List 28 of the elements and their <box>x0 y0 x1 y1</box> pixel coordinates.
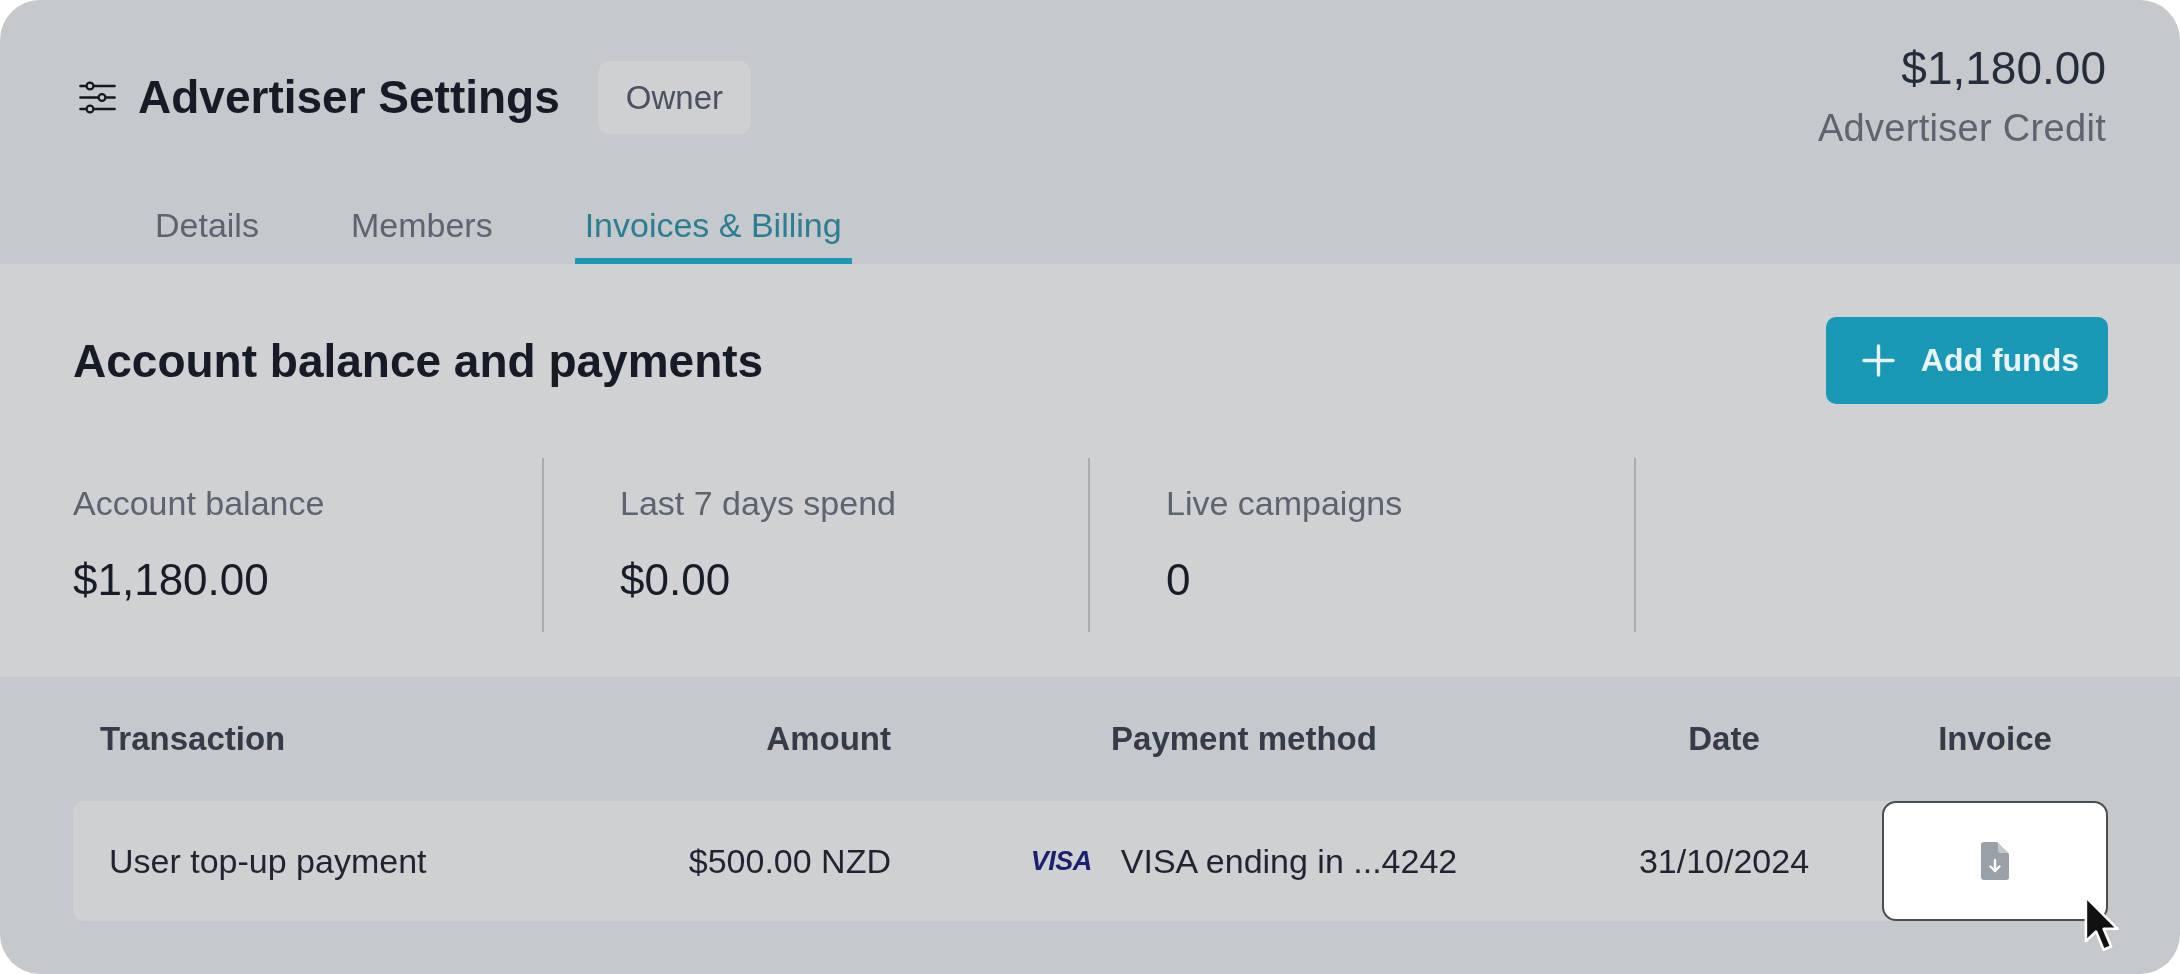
section-title: Account balance and payments <box>73 333 764 389</box>
column-header: Transaction <box>99 719 287 759</box>
add-funds-button[interactable]: Add funds <box>1825 317 2108 404</box>
role-badge: Owner <box>597 60 751 134</box>
sliders-icon <box>79 80 116 114</box>
download-invoice-button[interactable] <box>1882 801 2108 921</box>
page-title: Advertiser Settings <box>138 70 560 125</box>
date-cell-text: 31/10/2024 <box>1637 841 1811 882</box>
credit-label: Advertiser Credit <box>1817 106 2106 150</box>
stat-value: $1,180.00 <box>73 554 270 606</box>
payment-method-cell-text: VISA ending in ...4242 <box>1120 841 1458 882</box>
stat-value: $0.00 <box>620 554 732 606</box>
column-header: Date <box>1687 719 1761 759</box>
plus-icon <box>1861 344 1895 377</box>
stat-value: 0 <box>1166 554 1192 606</box>
amount-cell-text: $500.00 NZD <box>687 841 891 882</box>
credit-amount: $1,180.00 <box>1900 41 2106 96</box>
transaction-cell-text: User top-up payment <box>108 841 428 882</box>
column-header: Payment method <box>1110 719 1378 759</box>
stat-label: Account balance <box>73 483 326 523</box>
tab[interactable]: Details <box>145 195 269 264</box>
column-header: Amount <box>765 719 891 759</box>
column-header: Invoice <box>1937 719 2053 759</box>
stat-label: Live campaigns <box>1166 483 1404 523</box>
card-brand-logo: VISA <box>1030 845 1092 877</box>
tab[interactable]: Members <box>340 195 503 264</box>
document-download-icon <box>1981 842 2009 880</box>
stat-label: Last 7 days spend <box>620 483 897 523</box>
